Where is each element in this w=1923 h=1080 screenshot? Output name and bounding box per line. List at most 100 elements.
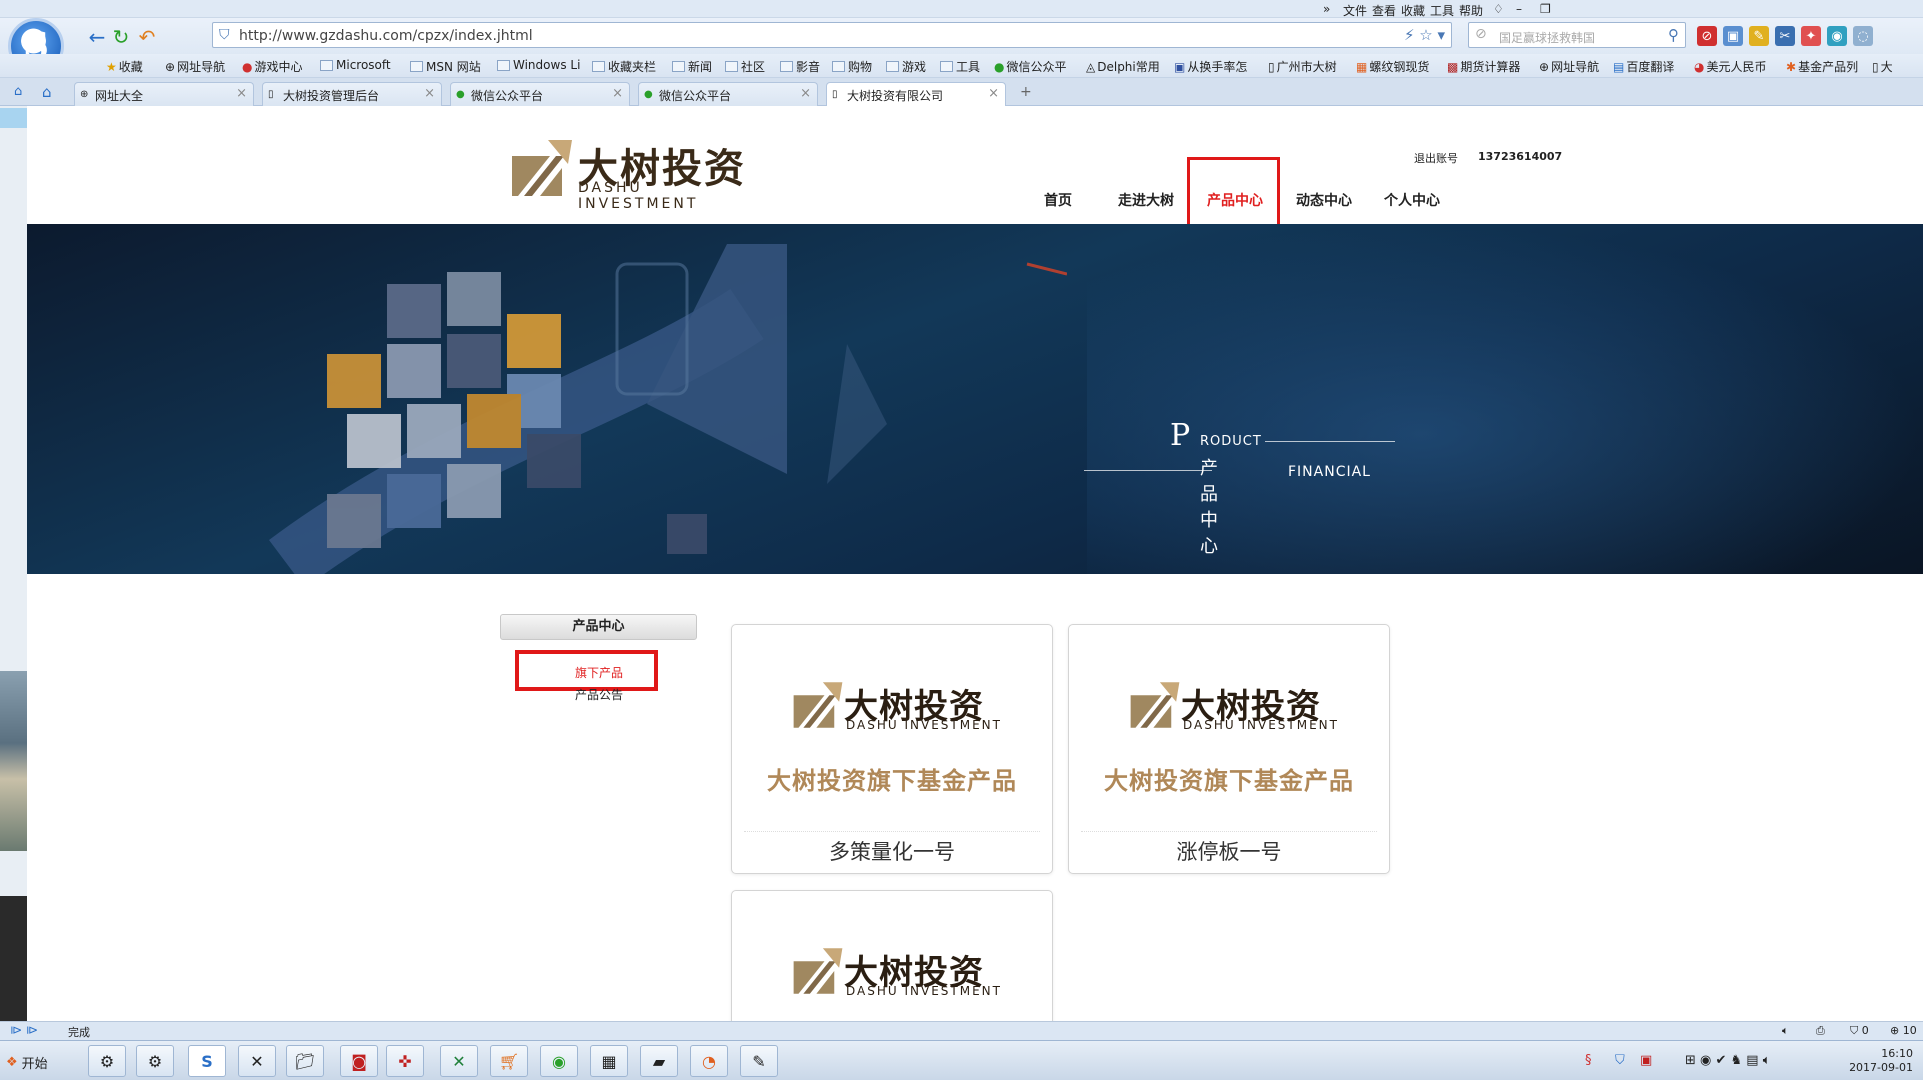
bookmark-item[interactable]: ★ 收藏 bbox=[106, 58, 143, 75]
notes-icon[interactable]: ✎ bbox=[1749, 26, 1769, 46]
taskbar-excel-icon[interactable]: ✕ bbox=[440, 1045, 478, 1077]
product-card[interactable]: 大树投资 DASHU INVESTMENT 大树投资旗下基金产品 涨停板一号 bbox=[1068, 624, 1390, 874]
bookmark-item[interactable]: ✱ 基金产品列 bbox=[1786, 58, 1858, 75]
close-icon[interactable]: × bbox=[424, 86, 435, 101]
bookmark-folder[interactable]: 社区 bbox=[725, 58, 765, 75]
search-icon[interactable]: ⚲ bbox=[1668, 26, 1679, 44]
close-icon[interactable]: × bbox=[612, 86, 623, 101]
volume-icon[interactable]: 🔈︎ bbox=[1782, 1024, 1789, 1038]
bookmark-item[interactable]: ⊕ 网址导航 bbox=[1539, 58, 1599, 75]
menu-favorites[interactable]: 收藏 bbox=[1401, 2, 1425, 19]
skin-icon[interactable]: ♢ bbox=[1493, 2, 1504, 16]
bookmark-folder[interactable]: 新闻 bbox=[672, 58, 712, 75]
home-icon[interactable]: ⌂ bbox=[42, 83, 52, 101]
address-bar[interactable]: ⛉ http://www.gzdashu.com/cpzx/index.jhtm… bbox=[212, 22, 1452, 48]
tab-dashu-active[interactable]: ▯ 大树投资有限公司 × bbox=[826, 82, 1006, 107]
translate-icon[interactable]: ◉ bbox=[1827, 26, 1847, 46]
site-logo[interactable]: 大树投资 DASHU INVESTMENT bbox=[510, 136, 766, 212]
bookmark-folder[interactable]: 工具 bbox=[940, 58, 980, 75]
bookmark-item[interactable]: ◕ 美元人民币 bbox=[1694, 58, 1767, 75]
bookmark-item[interactable]: ▯ 广州市大树 bbox=[1268, 58, 1337, 75]
new-tab-icon[interactable]: + bbox=[1020, 84, 1032, 100]
close-icon[interactable]: × bbox=[800, 86, 811, 101]
taskbar-game-icon[interactable]: ✜ bbox=[386, 1045, 424, 1077]
product-name[interactable]: 涨停板一号 bbox=[1081, 831, 1377, 866]
taskbar-cart-icon[interactable]: 🛒︎ bbox=[490, 1045, 528, 1077]
sidebar-item-products[interactable]: 旗下产品 bbox=[540, 664, 658, 681]
tab-wechat-2[interactable]: ● 微信公众平台 × bbox=[638, 82, 818, 106]
bookmark-star-icon[interactable]: ⚡ ☆ ▾ bbox=[1404, 26, 1445, 44]
menu-file[interactable]: 文件 bbox=[1343, 2, 1367, 19]
system-clock[interactable]: 16:10 2017-09-01 bbox=[1849, 1047, 1913, 1075]
menu-view[interactable]: 查看 bbox=[1372, 2, 1396, 19]
taskbar-app-icon[interactable]: ⚙ bbox=[88, 1045, 126, 1077]
bookmark-item[interactable]: ▦ 螺纹钢现货 bbox=[1356, 58, 1429, 75]
tab-admin[interactable]: ▯ 大树投资管理后台 × bbox=[262, 82, 442, 106]
taskbar-chart-icon[interactable]: ◔ bbox=[690, 1045, 728, 1077]
menu-help[interactable]: 帮助 bbox=[1459, 2, 1483, 19]
tray-shield-icon[interactable]: ⛉ bbox=[1615, 1053, 1625, 1068]
refresh-button[interactable]: ↻ bbox=[108, 24, 134, 50]
bookmark-folder[interactable]: Microsoft bbox=[320, 58, 391, 72]
bookmark-item[interactable]: ▣ 从换手率怎 bbox=[1174, 58, 1247, 75]
bookmark-item[interactable]: ● 游戏中心 bbox=[242, 58, 303, 75]
close-icon[interactable]: × bbox=[236, 86, 247, 101]
bookmark-item[interactable]: ▯ 大 bbox=[1872, 58, 1893, 75]
search-box[interactable]: ⊘ 国足赢球拯救韩国 ⚲ bbox=[1468, 22, 1686, 48]
close-icon[interactable]: × bbox=[988, 86, 999, 101]
tools-icon[interactable]: ✦ bbox=[1801, 26, 1821, 46]
tray-network-icon[interactable]: ⊞ ◉ ✔ ♞ ▤ 🔈︎ bbox=[1685, 1053, 1771, 1068]
bookmark-item[interactable]: ◬ Delphi常用 bbox=[1086, 58, 1160, 75]
nav-home[interactable]: 首页 bbox=[1044, 190, 1072, 210]
taskbar-app-icon[interactable]: ◙ bbox=[340, 1045, 378, 1077]
taskbar-app-icon[interactable]: ▰ bbox=[640, 1045, 678, 1077]
taskbar-browser-icon[interactable]: S bbox=[188, 1045, 226, 1077]
tab-wechat-1[interactable]: ● 微信公众平台 × bbox=[450, 82, 630, 106]
bookmark-folder[interactable]: MSN 网站 bbox=[410, 58, 481, 75]
sidebar-toggle-icon[interactable]: ⧐ ⧐ bbox=[10, 1023, 38, 1037]
taskbar-paint-icon[interactable]: ✎ bbox=[740, 1045, 778, 1077]
taskbar-wechat-icon[interactable]: ◉ bbox=[540, 1045, 578, 1077]
nav-personal[interactable]: 个人中心 bbox=[1384, 190, 1440, 210]
scissors-icon[interactable]: ✂ bbox=[1775, 26, 1795, 46]
bookmark-folder[interactable]: 游戏 bbox=[886, 58, 926, 75]
bookmark-folder[interactable]: Windows Li bbox=[497, 58, 580, 72]
bookmark-item[interactable]: ▤ 百度翻译 bbox=[1613, 58, 1674, 75]
home-outline-icon[interactable]: ⌂ bbox=[14, 84, 22, 99]
bookmark-folder[interactable]: 购物 bbox=[832, 58, 872, 75]
menu-tools[interactable]: 工具 bbox=[1430, 2, 1454, 19]
url-text[interactable]: http://www.gzdashu.com/cpzx/index.jhtml bbox=[239, 28, 533, 44]
logout-link[interactable]: 退出账号 bbox=[1414, 150, 1458, 166]
printer-icon[interactable]: ⎙ bbox=[1816, 1024, 1825, 1038]
zoom-control[interactable]: ⊕ 10 bbox=[1890, 1024, 1917, 1037]
taskbar-app-icon[interactable]: ✕ bbox=[238, 1045, 276, 1077]
bookmark-item[interactable]: ● 微信公众平 bbox=[994, 58, 1067, 75]
search-input[interactable]: 国足赢球拯救韩国 bbox=[1499, 29, 1595, 46]
bookmark-item[interactable]: ▩ 期货计算器 bbox=[1447, 58, 1520, 75]
sidebar-item-announcements[interactable]: 产品公告 bbox=[540, 686, 658, 703]
taskbar-folder-icon[interactable]: 📁︎ bbox=[286, 1045, 324, 1077]
adblock-icon[interactable]: ⊘ bbox=[1697, 26, 1717, 46]
tray-app-icon[interactable]: § bbox=[1585, 1053, 1592, 1068]
menu-overflow-icon[interactable]: » bbox=[1323, 2, 1330, 16]
screenshot-icon[interactable]: ▣ bbox=[1723, 26, 1743, 46]
product-name[interactable]: 多策量化一号 bbox=[744, 831, 1040, 866]
shield-count-icon[interactable]: ⛉ 0 bbox=[1850, 1024, 1869, 1038]
product-card[interactable]: 大树投资 DASHU INVESTMENT 大树投资旗下基金产品 多策量化一号 bbox=[731, 624, 1053, 874]
bookmark-folder[interactable]: 收藏夹栏 bbox=[592, 58, 656, 75]
tray-app-icon[interactable]: ▣ bbox=[1640, 1053, 1652, 1068]
tab-nav-portal[interactable]: ⊕ 网址大全 × bbox=[74, 82, 254, 106]
back-button[interactable]: ← bbox=[84, 24, 110, 50]
search-engine-icon[interactable]: ⊘ bbox=[1475, 26, 1487, 42]
nav-news[interactable]: 动态中心 bbox=[1296, 190, 1352, 210]
product-card[interactable]: 大树投资 DASHU INVESTMENT bbox=[731, 890, 1053, 1021]
start-button[interactable]: ❖ 开始 bbox=[2, 1047, 76, 1077]
taskbar-app-icon[interactable]: ▦ bbox=[590, 1045, 628, 1077]
restore-icon[interactable]: ❐ bbox=[1540, 2, 1551, 16]
undo-close-button[interactable]: ↶ bbox=[134, 24, 160, 50]
bookmark-item[interactable]: ⊕ 网址导航 bbox=[165, 58, 225, 75]
nav-about[interactable]: 走进大树 bbox=[1118, 190, 1174, 210]
extension-icon[interactable]: ◌ bbox=[1853, 26, 1873, 46]
minimize-icon[interactable]: – bbox=[1516, 2, 1522, 16]
bookmark-folder[interactable]: 影音 bbox=[780, 58, 820, 75]
